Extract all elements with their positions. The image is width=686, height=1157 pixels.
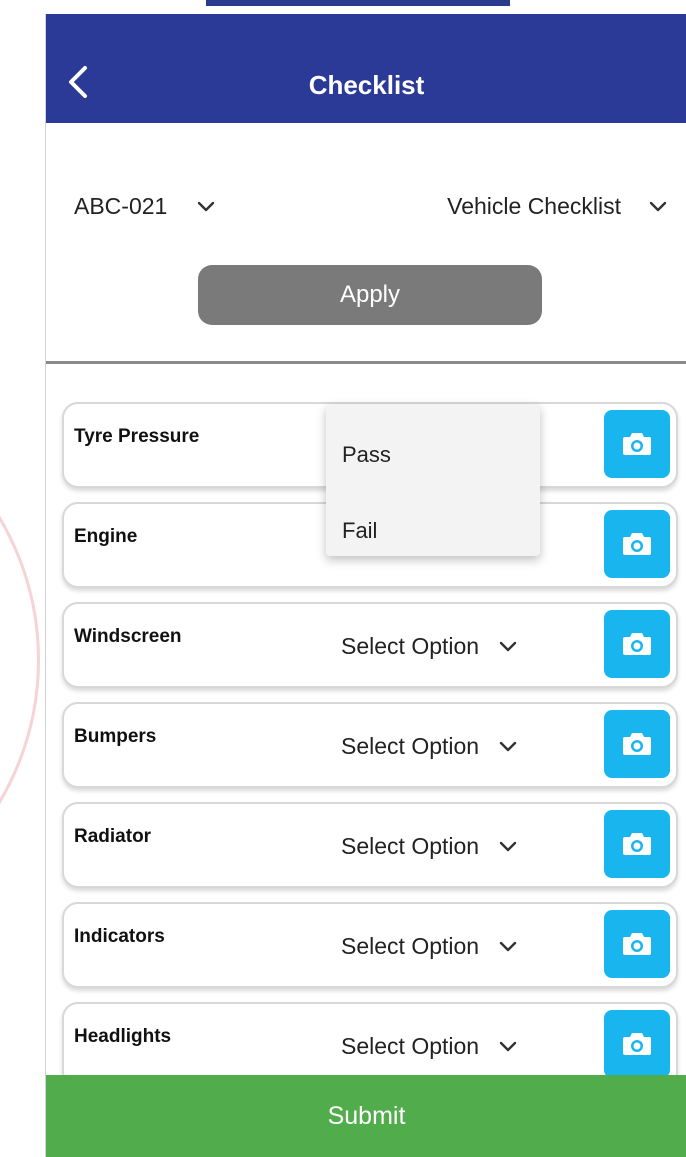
phone-screen: Checklist ABC-021 Vehicle Checklist Appl… xyxy=(45,14,686,1157)
option-select-value: Select Option xyxy=(341,632,480,659)
option-select[interactable]: Select Option xyxy=(341,830,517,862)
decorative-arc xyxy=(0,380,40,940)
checklist-item-label: Headlights xyxy=(74,1026,172,1047)
camera-button[interactable] xyxy=(604,610,670,678)
camera-button[interactable] xyxy=(604,910,670,978)
chevron-down-icon xyxy=(499,841,517,852)
option-select[interactable]: Select Option xyxy=(341,1030,517,1062)
camera-icon xyxy=(623,933,651,955)
page-title: Checklist xyxy=(308,70,425,100)
camera-button[interactable] xyxy=(604,410,670,478)
option-select-value: Select Option xyxy=(341,932,480,959)
camera-icon xyxy=(623,433,651,455)
chevron-down-icon xyxy=(198,201,215,212)
decorative-bar xyxy=(206,0,510,6)
camera-icon xyxy=(623,633,651,655)
checklist-item-label: Indicators xyxy=(74,926,165,947)
filter-panel: ABC-021 Vehicle Checklist Apply xyxy=(46,123,686,364)
checklist-item-label: Tyre Pressure xyxy=(74,426,200,447)
camera-button[interactable] xyxy=(604,810,670,878)
option-select-value: Select Option xyxy=(341,832,480,859)
checklist-row: Radiator Select Option xyxy=(62,802,678,888)
option-select[interactable]: Select Option xyxy=(341,630,517,662)
option-dropdown-menu: Pass Fail xyxy=(326,404,540,556)
checklist-row: Windscreen Select Option xyxy=(62,602,678,688)
checklist-type-select-value: Vehicle Checklist xyxy=(447,192,621,219)
checklist-row: Bumpers Select Option xyxy=(62,702,678,788)
camera-button[interactable] xyxy=(604,710,670,778)
checklist-row: Indicators Select Option xyxy=(62,902,678,988)
camera-button[interactable] xyxy=(604,1010,670,1078)
chevron-down-icon xyxy=(499,741,517,752)
chevron-down-icon xyxy=(499,1041,517,1052)
camera-icon xyxy=(623,833,651,855)
option-select-value: Select Option xyxy=(341,732,480,759)
checklist-type-select[interactable]: Vehicle Checklist xyxy=(447,189,667,223)
menu-option-pass[interactable]: Pass xyxy=(342,442,391,468)
camera-icon xyxy=(623,533,651,555)
apply-button[interactable]: Apply xyxy=(198,265,542,325)
checklist-item-label: Bumpers xyxy=(74,726,157,747)
camera-button[interactable] xyxy=(604,510,670,578)
checklist-item-label: Engine xyxy=(74,526,138,547)
chevron-down-icon xyxy=(499,941,517,952)
app-bar: Checklist xyxy=(46,14,686,123)
submit-button[interactable]: Submit xyxy=(46,1075,686,1157)
vehicle-select[interactable]: ABC-021 xyxy=(74,189,215,223)
camera-icon xyxy=(623,1033,651,1055)
checklist-item-label: Windscreen xyxy=(74,626,182,647)
chevron-down-icon xyxy=(499,641,517,652)
checklist-item-label: Radiator xyxy=(74,826,152,847)
option-select[interactable]: Select Option xyxy=(341,730,517,762)
camera-icon xyxy=(623,733,651,755)
menu-option-fail[interactable]: Fail xyxy=(342,518,377,544)
option-select[interactable]: Select Option xyxy=(341,930,517,962)
vehicle-select-value: ABC-021 xyxy=(74,192,168,219)
chevron-down-icon xyxy=(649,201,667,212)
option-select-value: Select Option xyxy=(341,1032,480,1059)
